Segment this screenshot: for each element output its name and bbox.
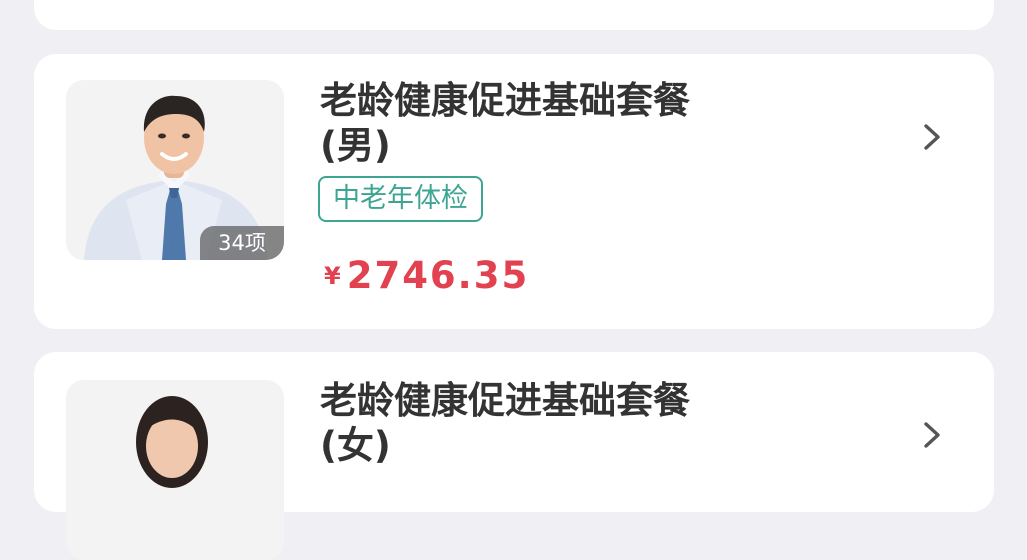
category-tag: 中老年体检 (318, 176, 483, 222)
package-title-line2: (女) (320, 424, 391, 467)
package-title: 老龄健康促进基础套餐 (男) (320, 78, 840, 168)
package-title-line2: (男) (320, 124, 391, 167)
chevron-right-icon[interactable] (920, 122, 944, 152)
package-price: ¥2746.35 (324, 254, 529, 297)
package-thumbnail (66, 380, 284, 560)
woman-portrait-image (66, 380, 284, 560)
package-title-line1: 老龄健康促进基础套餐 (320, 79, 690, 122)
package-thumbnail: 34项 (66, 80, 284, 260)
package-title-line1: 老龄健康促进基础套餐 (320, 379, 690, 422)
price-amount: 2746.35 (346, 254, 530, 297)
currency-symbol: ¥ (324, 262, 341, 290)
package-card[interactable]: 老龄健康促进基础套餐 (女) (34, 352, 994, 560)
package-card-previous[interactable] (34, 0, 994, 30)
package-title: 老龄健康促进基础套餐 (女) (320, 378, 840, 468)
package-card[interactable]: 34项 老龄健康促进基础套餐 (男) 中老年体检 ¥2746.35 (34, 54, 994, 329)
chevron-right-icon[interactable] (920, 420, 944, 450)
item-count-badge: 34项 (200, 226, 284, 260)
